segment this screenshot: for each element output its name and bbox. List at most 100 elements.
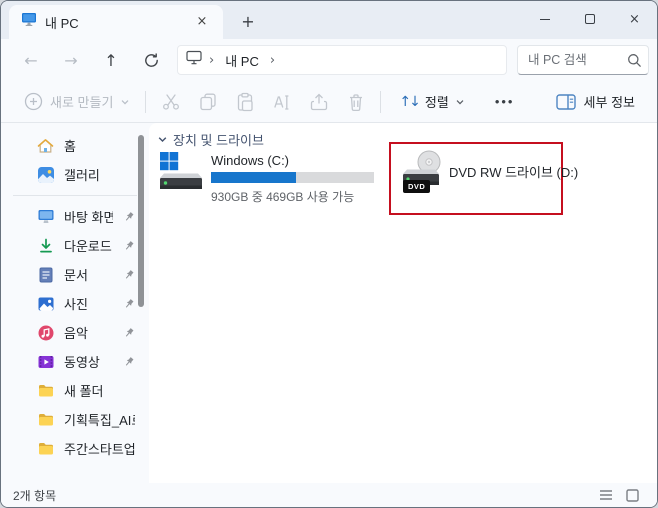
- sidebar-item-label: 바탕 화면: [64, 207, 113, 226]
- circle-plus-icon: [24, 92, 43, 111]
- sidebar-item-label: 음악: [64, 323, 113, 342]
- up-button[interactable]: ↑: [91, 44, 131, 76]
- sidebar-item-label: 갤러리: [64, 165, 135, 184]
- search-input[interactable]: [528, 53, 627, 67]
- breadcrumb-separator: ›: [267, 53, 278, 68]
- sidebar-item-new-folder[interactable]: 새 폴더: [7, 376, 143, 405]
- chevron-down-icon: [455, 97, 465, 107]
- refresh-button[interactable]: [131, 44, 171, 76]
- c-drive-usage-fill: [211, 172, 296, 183]
- tab-bar: 내 PC × + ×: [1, 1, 657, 39]
- breadcrumb-segment-my-pc[interactable]: 내 PC: [221, 50, 263, 71]
- hard-drive-icon: [157, 151, 203, 196]
- copy-icon: [198, 92, 218, 112]
- music-icon: [37, 325, 54, 341]
- sidebar-item-desktop[interactable]: 바탕 화면: [7, 202, 143, 231]
- list-view-icon: [599, 489, 613, 501]
- sort-arrows-icon: ↑↓: [399, 94, 418, 110]
- sort-button-label: 정렬: [425, 92, 449, 111]
- toolbar-divider: [145, 91, 146, 113]
- close-button[interactable]: ×: [612, 1, 657, 37]
- dvd-drive-item[interactable]: DVD DVD RW 드라이브 (D:): [389, 142, 563, 215]
- tab-my-pc[interactable]: 내 PC ×: [9, 5, 223, 39]
- details-pane-label: 세부 정보: [584, 92, 635, 111]
- large-icons-view-button[interactable]: [619, 485, 645, 505]
- documents-icon: [37, 267, 54, 283]
- chevron-down-icon: [157, 134, 168, 145]
- scissors-icon: [161, 92, 181, 112]
- sidebar-item-label: 새 폴더: [64, 381, 135, 400]
- copy-button[interactable]: [189, 86, 226, 118]
- new-button-label: 새로 만들기: [50, 92, 113, 111]
- chevron-down-icon: [120, 97, 130, 107]
- rename-icon: [272, 92, 292, 112]
- sidebar: 홈 갤러리 바탕 화면 다운로드 문서: [1, 123, 149, 483]
- minimize-icon: [540, 19, 550, 20]
- pin-icon: [123, 269, 135, 281]
- sidebar-item-documents[interactable]: 문서: [7, 260, 143, 289]
- sidebar-item-home[interactable]: 홈: [7, 131, 143, 160]
- clipboard-icon: [235, 92, 255, 112]
- large-icons-view-icon: [626, 489, 639, 502]
- dvd-badge: DVD: [403, 180, 430, 193]
- back-button[interactable]: ←: [11, 44, 51, 76]
- sidebar-item-music[interactable]: 음악: [7, 318, 143, 347]
- content-area: 장치 및 드라이브 Windows (C:): [149, 123, 657, 483]
- new-button[interactable]: 새로 만들기: [15, 87, 139, 116]
- toolbar-divider: [380, 91, 381, 113]
- details-view-button[interactable]: [593, 485, 619, 505]
- pin-icon: [123, 356, 135, 368]
- pin-icon: [123, 240, 135, 252]
- items-count: 2개 항목: [13, 487, 56, 504]
- folder-icon: [37, 442, 54, 455]
- window-controls: ×: [522, 1, 657, 37]
- pin-icon: [123, 211, 135, 223]
- videos-icon: [37, 354, 54, 370]
- sort-button[interactable]: ↑↓ 정렬: [391, 87, 472, 116]
- breadcrumb[interactable]: › 내 PC ›: [177, 45, 507, 75]
- maximize-icon: [585, 14, 595, 24]
- home-icon: [37, 138, 54, 154]
- c-drive-item[interactable]: Windows (C:) 930GB 중 469GB 사용 가능: [153, 147, 385, 211]
- more-options-button[interactable]: •••: [483, 90, 527, 113]
- tab-close-icon[interactable]: ×: [191, 11, 213, 33]
- navigation-bar: ← → ↑ › 내 PC ›: [1, 39, 657, 81]
- sidebar-item-label: 동영상: [64, 352, 113, 371]
- pin-icon: [123, 327, 135, 339]
- new-tab-button[interactable]: +: [235, 9, 261, 35]
- search-box[interactable]: [517, 45, 649, 75]
- c-drive-usage-bar: [211, 172, 374, 183]
- details-pane-button[interactable]: 세부 정보: [548, 87, 643, 116]
- sidebar-item-label: 문서: [64, 265, 113, 284]
- trash-icon: [346, 92, 366, 112]
- my-pc-icon: [21, 12, 37, 32]
- minimize-button[interactable]: [522, 1, 567, 37]
- explorer-body: 홈 갤러리 바탕 화면 다운로드 문서: [1, 123, 657, 483]
- breadcrumb-separator: ›: [206, 53, 217, 68]
- this-pc-icon: [186, 50, 202, 70]
- tab-label: 내 PC: [45, 13, 183, 32]
- status-bar: 2개 항목: [1, 483, 657, 507]
- maximize-button[interactable]: [567, 1, 612, 37]
- share-icon: [309, 92, 329, 112]
- refresh-icon: [143, 52, 160, 69]
- sidebar-item-pictures[interactable]: 사진: [7, 289, 143, 318]
- rename-button[interactable]: [263, 86, 300, 118]
- desktop-icon: [37, 209, 54, 224]
- dvd-drive-name: DVD RW 드라이브 (D:): [449, 162, 578, 181]
- sidebar-item-downloads[interactable]: 다운로드: [7, 231, 143, 260]
- paste-button[interactable]: [226, 86, 263, 118]
- sidebar-item-folder-ai[interactable]: 기획특집_AI로서: [7, 405, 143, 434]
- sidebar-item-label: 홈: [64, 136, 135, 155]
- delete-button[interactable]: [337, 86, 374, 118]
- sidebar-divider: [13, 195, 137, 196]
- forward-button[interactable]: →: [51, 44, 91, 76]
- details-pane-icon: [556, 93, 576, 111]
- sidebar-item-folder-startup[interactable]: 주간스타트업_2: [7, 434, 143, 463]
- sidebar-scrollbar[interactable]: [138, 135, 144, 307]
- cut-button[interactable]: [152, 86, 189, 118]
- sidebar-item-gallery[interactable]: 갤러리: [7, 160, 143, 189]
- share-button[interactable]: [300, 86, 337, 118]
- command-toolbar: 새로 만들기 ↑↓ 정렬 ••• 세부: [1, 81, 657, 123]
- sidebar-item-videos[interactable]: 동영상: [7, 347, 143, 376]
